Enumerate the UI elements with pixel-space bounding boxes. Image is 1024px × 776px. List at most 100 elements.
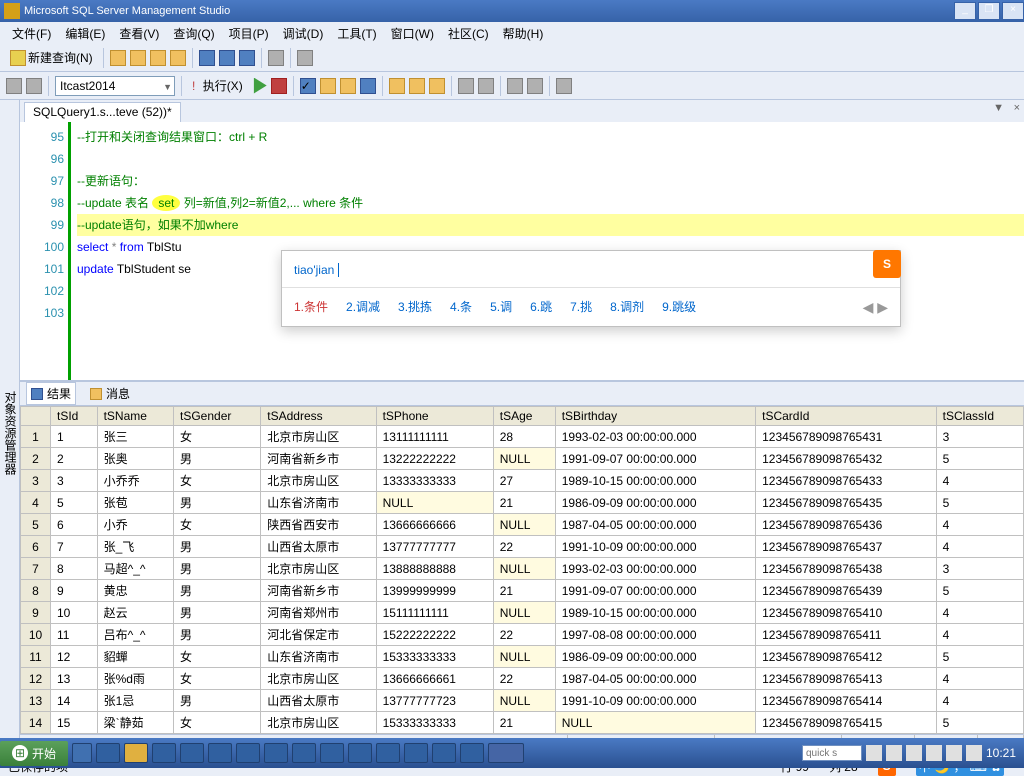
table-row[interactable]: 11张三女北京市房山区13111111111281993-02-03 00:00… xyxy=(21,426,1024,448)
task-app9[interactable] xyxy=(376,743,400,763)
menu-view[interactable]: 查看(V) xyxy=(113,23,165,44)
task-app1[interactable] xyxy=(152,743,176,763)
tray-icon-4[interactable] xyxy=(926,745,942,761)
menu-tools[interactable]: 工具(T) xyxy=(331,23,382,44)
parse-icon[interactable]: ✓ xyxy=(300,78,316,94)
table-row[interactable]: 1314张1忌男山西省太原市13777777723NULL1991-10-09 … xyxy=(21,690,1024,712)
tb-icon-1[interactable] xyxy=(110,50,126,66)
tray-clock[interactable]: 10:21 xyxy=(986,746,1016,760)
new-query-button[interactable]: 新建查询(N) xyxy=(6,47,97,68)
table-row[interactable]: 910赵云男河南省郑州市15111111111NULL1989-10-15 00… xyxy=(21,602,1024,624)
menu-query[interactable]: 查询(Q) xyxy=(167,23,220,44)
task-app5[interactable] xyxy=(264,743,288,763)
document-tab[interactable]: SQLQuery1.s...teve (52))* xyxy=(24,102,181,122)
tb-icon-3[interactable] xyxy=(150,50,166,66)
task-ssms2[interactable] xyxy=(488,743,524,763)
ime-candidate[interactable]: 3.挑拣 xyxy=(398,296,432,318)
tb-icon-4[interactable] xyxy=(170,50,186,66)
ime-candidate[interactable]: 2.调减 xyxy=(346,296,380,318)
table-row[interactable]: 33小乔乔女北京市房山区13333333333271989-10-15 00:0… xyxy=(21,470,1024,492)
minimize-button[interactable]: _ xyxy=(954,2,976,20)
task-ie[interactable] xyxy=(96,743,120,763)
task-app6[interactable] xyxy=(292,743,316,763)
task-app11[interactable] xyxy=(432,743,456,763)
menu-community[interactable]: 社区(C) xyxy=(442,23,495,44)
ime-page-arrows[interactable]: ◀ ▶ xyxy=(863,296,888,318)
tray-icon-6[interactable] xyxy=(966,745,982,761)
tab-messages[interactable]: 消息 xyxy=(86,383,134,404)
ime-candidate[interactable]: 7.挑 xyxy=(570,296,592,318)
table-row[interactable]: 56小乔女陕西省西安市13666666666NULL1987-04-05 00:… xyxy=(21,514,1024,536)
connect-icon[interactable] xyxy=(6,78,22,94)
task-app8[interactable] xyxy=(348,743,372,763)
results-text-icon[interactable] xyxy=(389,78,405,94)
sql-editor[interactable]: 9596979899100101102103 --打开和关闭查询结果窗口：ctr… xyxy=(20,122,1024,382)
table-row[interactable]: 22张奥男河南省新乡市13222222222NULL1991-09-07 00:… xyxy=(21,448,1024,470)
indent-out-icon[interactable] xyxy=(507,78,523,94)
task-app3[interactable] xyxy=(208,743,232,763)
debug-icon[interactable] xyxy=(251,78,267,94)
object-explorer-tab[interactable]: 对象资源管理器 xyxy=(0,100,20,756)
table-row[interactable]: 1213张%d雨女北京市房山区13666666661221987-04-05 0… xyxy=(21,668,1024,690)
table-row[interactable]: 89黄忠男河南省新乡市13999999999211991-09-07 00:00… xyxy=(21,580,1024,602)
specs-icon[interactable] xyxy=(556,78,572,94)
comment-icon[interactable] xyxy=(458,78,474,94)
intellisense-icon[interactable] xyxy=(360,78,376,94)
table-row[interactable]: 1112貂蟬女山东省济南市15333333333NULL1986-09-09 0… xyxy=(21,646,1024,668)
indent-in-icon[interactable] xyxy=(527,78,543,94)
tb-icon-5[interactable] xyxy=(268,50,284,66)
plan-icon[interactable] xyxy=(320,78,336,94)
task-app7[interactable] xyxy=(320,743,344,763)
code-area[interactable]: --打开和关闭查询结果窗口：ctrl + R --更新语句：--update 表… xyxy=(68,122,1024,380)
tb-icon-2[interactable] xyxy=(130,50,146,66)
ime-candidate[interactable]: 9.跳级 xyxy=(662,296,696,318)
tab-close-x[interactable]: × xyxy=(1014,102,1020,114)
quicksearch-input[interactable] xyxy=(802,745,862,761)
results-grid[interactable]: tSIdtSNametSGendertSAddresstSPhonetSAget… xyxy=(20,406,1024,734)
stop-icon[interactable] xyxy=(271,78,287,94)
menu-file[interactable]: 文件(F) xyxy=(6,23,57,44)
menu-project[interactable]: 项目(P) xyxy=(223,23,275,44)
menu-debug[interactable]: 调试(D) xyxy=(277,23,330,44)
table-row[interactable]: 67张_飞男山西省太原市13777777777221991-10-09 00:0… xyxy=(21,536,1024,558)
task-app10[interactable] xyxy=(404,743,428,763)
activity-icon[interactable] xyxy=(297,50,313,66)
ime-candidates[interactable]: 1.条件 2.调减 3.挑拣 4.条 5.调 6.跳 7.挑 8.调剂 9.跳级 ◀ ▶ xyxy=(282,288,900,326)
task-folder[interactable] xyxy=(124,743,148,763)
results-file-icon[interactable] xyxy=(429,78,445,94)
change-conn-icon[interactable] xyxy=(26,78,42,94)
ime-candidate[interactable]: 1.条件 xyxy=(294,296,328,318)
ime-candidate[interactable]: 5.调 xyxy=(490,296,512,318)
close-button[interactable]: × xyxy=(1002,2,1024,20)
uncomment-icon[interactable] xyxy=(478,78,494,94)
ime-candidate[interactable]: 6.跳 xyxy=(530,296,552,318)
task-app12[interactable] xyxy=(460,743,484,763)
menu-help[interactable]: 帮助(H) xyxy=(497,23,550,44)
menu-window[interactable]: 窗口(W) xyxy=(385,23,440,44)
tray-icon-3[interactable] xyxy=(906,745,922,761)
start-button[interactable]: ⊞开始 xyxy=(0,741,68,766)
opts-icon[interactable] xyxy=(340,78,356,94)
tray-icon-2[interactable] xyxy=(886,745,902,761)
save-all-icon[interactable] xyxy=(239,50,255,66)
restore-button[interactable]: ❐ xyxy=(978,2,1000,20)
table-row[interactable]: 45张苞男山东省济南市NULL211986-09-09 00:00:00.000… xyxy=(21,492,1024,514)
task-app2[interactable] xyxy=(180,743,204,763)
results-grid-icon[interactable] xyxy=(409,78,425,94)
open-icon[interactable] xyxy=(199,50,215,66)
tab-close-icon[interactable]: ▼ xyxy=(993,102,1004,114)
ime-candidate[interactable]: 8.调剂 xyxy=(610,296,644,318)
tab-results[interactable]: 结果 xyxy=(26,382,76,405)
table-row[interactable]: 1415梁`静茹女北京市房山区1533333333321NULL12345678… xyxy=(21,712,1024,734)
task-ssms[interactable] xyxy=(72,743,92,763)
menu-edit[interactable]: 编辑(E) xyxy=(59,23,111,44)
tray-icon-1[interactable] xyxy=(866,745,882,761)
table-row[interactable]: 1011吕布^_^男河北省保定市15222222222221997-08-08 … xyxy=(21,624,1024,646)
table-row[interactable]: 78马超^_^男北京市房山区13888888888NULL1993-02-03 … xyxy=(21,558,1024,580)
tray-icon-5[interactable] xyxy=(946,745,962,761)
task-app4[interactable] xyxy=(236,743,260,763)
database-combo[interactable]: Itcast2014 xyxy=(55,76,175,96)
ime-candidate[interactable]: 4.条 xyxy=(450,296,472,318)
execute-button[interactable]: ! 执行(X) xyxy=(188,75,247,96)
save-icon[interactable] xyxy=(219,50,235,66)
